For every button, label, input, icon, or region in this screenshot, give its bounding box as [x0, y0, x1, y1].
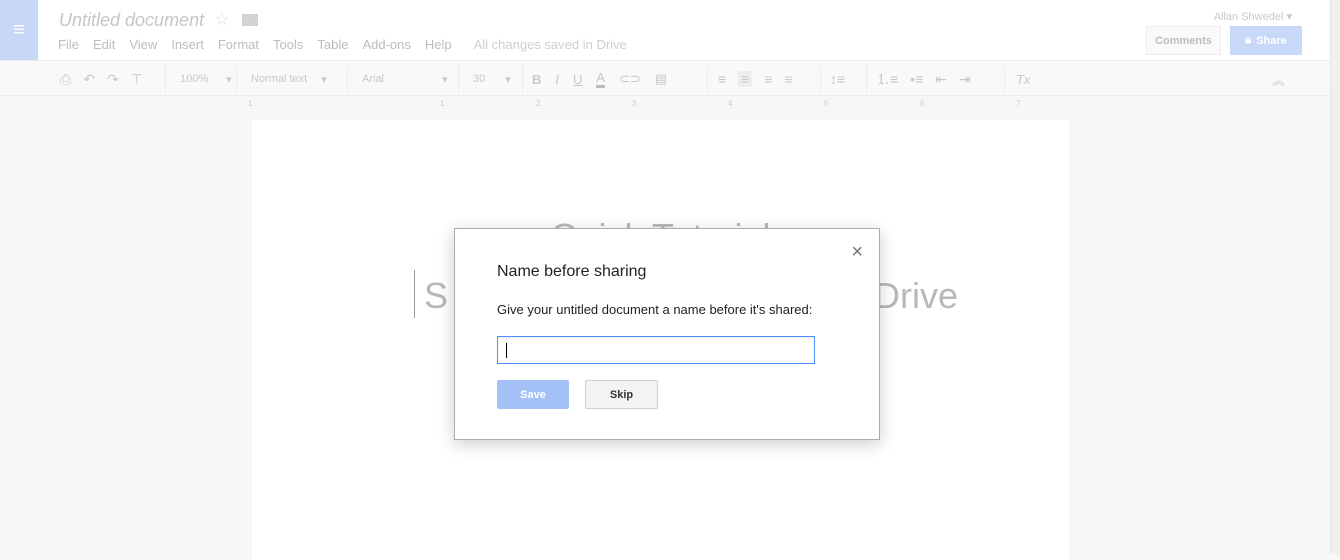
underline-button[interactable]: U: [573, 72, 582, 87]
menu-edit[interactable]: Edit: [93, 37, 115, 52]
menu-table[interactable]: Table: [317, 37, 348, 52]
save-status[interactable]: All changes saved in Drive: [474, 37, 627, 52]
share-label: Share: [1256, 34, 1287, 47]
share-button[interactable]: 🔒︎ Share: [1230, 26, 1302, 55]
toolbar: ⎙ ↶ ↷ ⊤ 100% ▾ Normal text ▾ Arial ▾ 30 ▾ B …: [0, 60, 1330, 96]
menu-insert[interactable]: Insert: [171, 37, 204, 52]
ruler-label: 5: [824, 99, 829, 108]
align-right-icon[interactable]: ≡: [764, 71, 772, 87]
font-select[interactable]: Arial: [362, 73, 384, 85]
document-subheading-end: Drive: [874, 275, 959, 316]
zoom-select[interactable]: 100%: [180, 73, 208, 85]
ruler-label: 3: [632, 99, 637, 108]
skip-button[interactable]: Skip: [585, 380, 658, 409]
bold-button[interactable]: B: [532, 72, 541, 87]
clear-formatting-button[interactable]: Tx: [1016, 72, 1030, 87]
justify-icon[interactable]: ≡: [785, 71, 793, 87]
chevron-down-icon: ▾: [442, 73, 448, 86]
ruler-label: 1: [440, 99, 445, 108]
document-title[interactable]: Untitled document: [59, 10, 204, 31]
style-select[interactable]: Normal text: [251, 73, 307, 85]
ruler-label: 7: [1016, 99, 1021, 108]
align-left-icon[interactable]: ≡: [718, 71, 726, 87]
document-subheading-start: S: [424, 275, 449, 316]
comment-icon[interactable]: ▤: [655, 71, 667, 87]
collapse-toolbar-icon[interactable]: ︽: [1272, 70, 1285, 89]
save-button[interactable]: Save: [497, 380, 569, 409]
undo-icon[interactable]: ↶: [83, 71, 95, 88]
numbered-list-icon[interactable]: ⒈≡: [876, 69, 898, 89]
chevron-down-icon: ▾: [226, 73, 232, 86]
chevron-down-icon: ▾: [505, 73, 511, 86]
docs-home-icon[interactable]: ≡: [0, 0, 38, 60]
bulleted-list-icon[interactable]: •≡: [910, 71, 923, 87]
menu-view[interactable]: View: [129, 37, 157, 52]
decrease-indent-icon[interactable]: ⇤: [935, 71, 947, 88]
app-header: ≡ Untitled document ☆ File Edit View Ins…: [0, 0, 1340, 60]
text-cursor: [414, 270, 415, 318]
link-icon[interactable]: ⊂⊃: [619, 71, 641, 87]
ruler-label: 1: [248, 99, 253, 108]
line-spacing-icon[interactable]: ↕≡: [830, 71, 845, 87]
user-account[interactable]: Allan Shwedel ▾: [1214, 10, 1292, 23]
dialog-title: Name before sharing: [497, 263, 647, 280]
ruler-label: 6: [920, 99, 925, 108]
chevron-down-icon: ▾: [321, 73, 327, 86]
ruler-label: 4: [728, 99, 733, 108]
dialog-message: Give your untitled document a name befor…: [497, 302, 813, 317]
input-caret: [506, 343, 507, 358]
menu-tools[interactable]: Tools: [273, 37, 303, 52]
ruler-label: 2: [536, 99, 541, 108]
menu-addons[interactable]: Add-ons: [362, 37, 410, 52]
align-center-icon[interactable]: ≡: [738, 71, 753, 87]
close-icon[interactable]: ×: [851, 241, 863, 264]
scrollbar[interactable]: [1330, 0, 1340, 554]
document-name-input[interactable]: [497, 336, 815, 364]
star-icon[interactable]: ☆: [214, 9, 230, 30]
italic-button[interactable]: I: [555, 72, 559, 87]
print-icon[interactable]: ⎙: [60, 71, 71, 88]
menu-help[interactable]: Help: [425, 37, 452, 52]
comments-button[interactable]: Comments: [1146, 26, 1221, 55]
name-before-sharing-dialog: × Name before sharing Give your untitled…: [454, 228, 880, 440]
text-color-button[interactable]: A: [596, 70, 606, 88]
folder-icon[interactable]: [242, 14, 258, 26]
lock-icon: 🔒︎: [1245, 34, 1252, 46]
menu-format[interactable]: Format: [218, 37, 259, 52]
font-size-select[interactable]: 30: [473, 73, 485, 85]
ruler[interactable]: 1 1 2 3 4 5 6 7: [0, 96, 1330, 110]
redo-icon[interactable]: ↷: [107, 71, 119, 88]
menu-file[interactable]: File: [58, 37, 79, 52]
increase-indent-icon[interactable]: ⇥: [959, 71, 971, 88]
paint-format-icon[interactable]: ⊤: [131, 71, 143, 88]
menu-bar: File Edit View Insert Format Tools Table…: [58, 37, 641, 52]
